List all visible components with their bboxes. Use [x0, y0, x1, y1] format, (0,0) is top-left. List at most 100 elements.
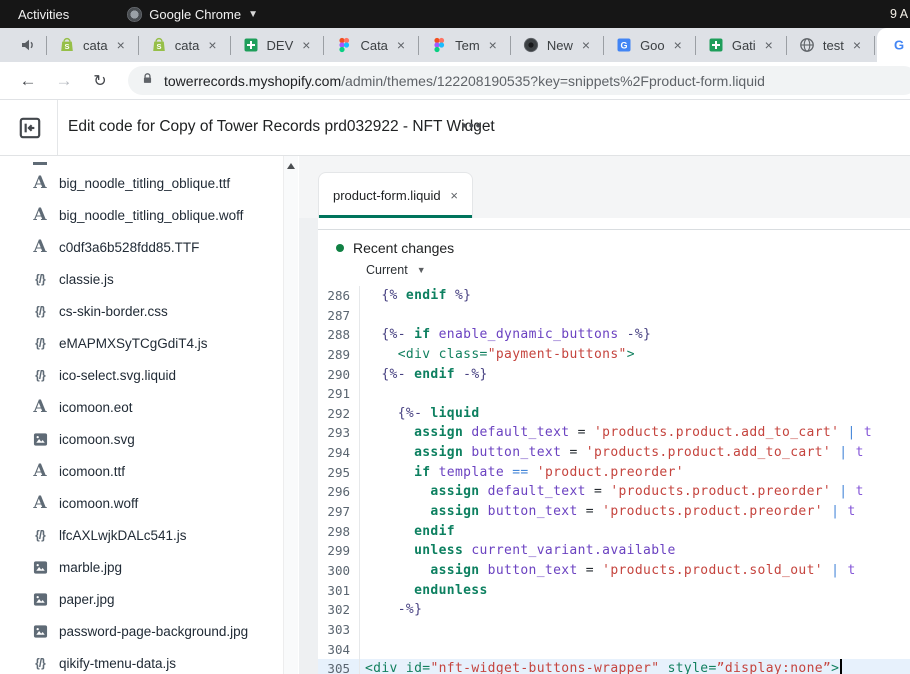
file-item-icomoon.ttf[interactable]: Aicomoon.ttf	[0, 455, 283, 487]
code-text	[360, 620, 365, 640]
tab-close-button[interactable]: ×	[852, 38, 862, 52]
code-line-299[interactable]: 299 unless current_variant.available	[318, 541, 910, 561]
file-item-lfcAXLwjkDALc541.js[interactable]: {/}lfcAXLwjkDALc541.js	[0, 519, 283, 551]
file-item-big_noodle_titling_oblique.woff[interactable]: Abig_noodle_titling_oblique.woff	[0, 199, 283, 231]
code-line-286[interactable]: 286 {% endif %}	[318, 286, 910, 306]
code-text: <div class="payment-buttons">	[360, 345, 635, 365]
chevron-down-icon: ▼	[248, 9, 258, 20]
reload-button[interactable]: ↻	[88, 71, 112, 91]
file-item-eMAPMXSyTCgGdiT4.js[interactable]: {/}eMAPMXSyTCgGdiT4.js	[0, 327, 283, 359]
collapse-sidebar-button[interactable]	[17, 115, 43, 141]
url-host: towerrecords.myshopify.com	[164, 73, 341, 89]
file-item-icomoon.eot[interactable]: Aicomoon.eot	[0, 391, 283, 423]
file-item-classie.js[interactable]: {/}classie.js	[0, 263, 283, 295]
sidebar-scrollbar[interactable]	[283, 156, 298, 674]
activities-button[interactable]: Activities	[12, 7, 75, 22]
code-text: if template == 'product.preorder'	[360, 463, 684, 483]
file-item-cs-skin-border.css[interactable]: {/}cs-skin-border.css	[0, 295, 283, 327]
tab-divider	[874, 36, 875, 55]
app-menu[interactable]: Google Chrome ▼	[127, 7, 258, 22]
code-line-291[interactable]: 291	[318, 384, 910, 404]
file-item-qikify-tmenu-data.js[interactable]: {/}qikify-tmenu-data.js	[0, 647, 283, 674]
line-number: 298	[318, 522, 360, 542]
file-item-password-page-background.jpg[interactable]: password-page-background.jpg	[0, 615, 283, 647]
scroll-up-arrow-icon[interactable]	[287, 163, 295, 169]
code-line-288[interactable]: 288 {%- if enable_dynamic_buttons -%}	[318, 325, 910, 345]
address-bar[interactable]: towerrecords.myshopify.com/admin/themes/…	[128, 66, 910, 95]
code-line-304[interactable]: 304	[318, 640, 910, 660]
tab-close-button[interactable]: ×	[764, 38, 774, 52]
browser-tab-cata[interactable]: Scata×	[139, 28, 230, 62]
lock-icon	[141, 72, 154, 90]
editor-tab-product-form[interactable]: product-form.liquid ×	[318, 172, 473, 218]
code-line-300[interactable]: 300 assign button_text = 'products.produ…	[318, 561, 910, 581]
code-line-301[interactable]: 301 endunless	[318, 581, 910, 601]
back-button[interactable]: ←	[16, 71, 40, 91]
tab-close-button[interactable]: ×	[396, 38, 406, 52]
code-line-305[interactable]: 305<div id="nft-widget-buttons-wrapper" …	[318, 659, 910, 674]
browser-tab-test[interactable]: test×	[787, 28, 874, 62]
editor-tab-close-button[interactable]: ×	[450, 188, 458, 203]
code-line-289[interactable]: 289 <div class="payment-buttons">	[318, 345, 910, 365]
file-item-marble.jpg[interactable]: marble.jpg	[0, 551, 283, 583]
editor-tab-label: product-form.liquid	[333, 188, 450, 203]
tab-label: Cata	[360, 38, 387, 53]
code-line-292[interactable]: 292 {%- liquid	[318, 404, 910, 424]
code-file-icon: {/}	[30, 272, 50, 286]
file-item-ico-select.svg.liquid[interactable]: {/}ico-select.svg.liquid	[0, 359, 283, 391]
tab-close-button[interactable]: ×	[581, 38, 591, 52]
code-line-287[interactable]: 287	[318, 306, 910, 326]
file-item-c0df3a6b528fdd85.TTF[interactable]: Ac0df3a6b528fdd85.TTF	[0, 231, 283, 263]
line-number: 293	[318, 423, 360, 443]
svg-text:G: G	[621, 41, 628, 51]
code-line-296[interactable]: 296 assign default_text = 'products.prod…	[318, 482, 910, 502]
recent-changes-label: Recent changes	[353, 240, 454, 256]
code-text	[360, 384, 365, 404]
line-number: 291	[318, 384, 360, 404]
browser-tab-Cata[interactable]: Cata ×	[324, 28, 418, 62]
browser-tab-partial[interactable]: G	[877, 28, 910, 62]
image-file-icon	[30, 432, 50, 447]
shopify-icon: S	[59, 37, 75, 53]
version-dropdown[interactable]: Current ▼	[366, 263, 910, 277]
font-file-icon: A	[30, 495, 50, 511]
line-number: 287	[318, 306, 360, 326]
file-item-icomoon.svg[interactable]: icomoon.svg	[0, 423, 283, 455]
code-line-302[interactable]: 302 -%}	[318, 600, 910, 620]
file-name: c0df3a6b528fdd85.TTF	[59, 240, 199, 255]
file-name: big_noodle_titling_oblique.woff	[59, 208, 243, 223]
browser-tab-New[interactable]: New×	[511, 28, 603, 62]
code-line-293[interactable]: 293 assign default_text = 'products.prod…	[318, 423, 910, 443]
browser-tab-Goo[interactable]: GGoo×	[604, 28, 695, 62]
file-name: icomoon.svg	[59, 432, 135, 447]
audio-indicator-icon[interactable]	[20, 37, 36, 53]
forward-button[interactable]: →	[52, 71, 76, 91]
code-editor-area: product-form.liquid × Recent changes Cur…	[299, 156, 910, 674]
code-line-290[interactable]: 290 {%- endif -%}	[318, 365, 910, 385]
tab-close-button[interactable]: ×	[207, 38, 217, 52]
tab-close-button[interactable]: ×	[488, 38, 498, 52]
code-line-295[interactable]: 295 if template == 'product.preorder'	[318, 463, 910, 483]
code-line-294[interactable]: 294 assign button_text = 'products.produ…	[318, 443, 910, 463]
code-line-297[interactable]: 297 assign button_text = 'products.produ…	[318, 502, 910, 522]
code-file-icon: {/}	[30, 528, 50, 542]
browser-tab-Tem[interactable]: Tem×	[419, 28, 510, 62]
clock: 9 A	[890, 0, 910, 28]
tab-close-button[interactable]: ×	[301, 38, 311, 52]
tab-close-button[interactable]: ×	[116, 38, 126, 52]
line-number: 303	[318, 620, 360, 640]
file-item-icomoon.woff[interactable]: Aicomoon.woff	[0, 487, 283, 519]
browser-tab-DEV[interactable]: DEV×	[231, 28, 324, 62]
tab-close-button[interactable]: ×	[673, 38, 683, 52]
code-text: endunless	[360, 581, 488, 601]
file-item-paper.jpg[interactable]: paper.jpg	[0, 583, 283, 615]
code-text: {%- endif -%}	[360, 365, 488, 385]
browser-tab-cata[interactable]: Scata×	[47, 28, 138, 62]
more-actions-button[interactable]: •••	[462, 117, 483, 133]
file-item-big_noodle_titling_oblique.ttf[interactable]: Abig_noodle_titling_oblique.ttf	[0, 167, 283, 199]
desktop-topbar: Activities Google Chrome ▼ 9 A	[0, 0, 910, 28]
browser-tab-Gati[interactable]: Gati×	[696, 28, 786, 62]
code-lines[interactable]: 286 {% endif %}287288 {%- if enable_dyna…	[318, 286, 910, 674]
code-line-303[interactable]: 303	[318, 620, 910, 640]
code-line-298[interactable]: 298 endif	[318, 522, 910, 542]
